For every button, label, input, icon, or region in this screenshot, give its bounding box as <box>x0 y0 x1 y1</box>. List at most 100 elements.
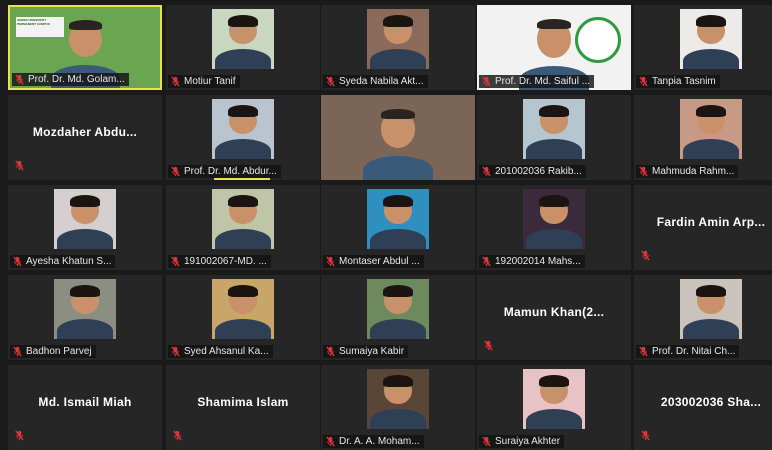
participant-label: Ayesha Khatun S... <box>10 255 116 268</box>
mic-muted-icon <box>484 340 493 351</box>
campus-sign: GREEN UNIVERSITY PERMANENT CAMPUS <box>16 17 64 37</box>
mic-muted-icon <box>171 256 180 267</box>
participant-gallery: GREEN UNIVERSITY PERMANENT CAMPUS Prof. D… <box>0 0 772 450</box>
mic-status <box>172 428 183 446</box>
profile-photo <box>212 99 274 159</box>
participant-tile[interactable]: Suraiya Akhter <box>477 365 631 450</box>
participant-name: Prof. Dr. Nitai Ch... <box>652 346 736 357</box>
participant-name: 192002014 Mahs... <box>495 256 581 267</box>
mic-muted-icon <box>639 166 648 177</box>
participant-name: Mahmuda Rahm... <box>652 166 735 177</box>
mic-status <box>640 428 651 446</box>
participant-name: Syed Ahsanul Ka... <box>184 346 269 357</box>
profile-photo <box>680 99 742 159</box>
profile-photo <box>367 279 429 339</box>
video-feed <box>321 95 475 180</box>
participant-label: Dr. A. A. Moham... <box>323 435 424 448</box>
participant-tile[interactable]: Mozdaher Abdu... <box>8 95 162 180</box>
participant-tile[interactable]: Prof. Dr. Md. Saiful ... <box>477 5 631 90</box>
participant-tile[interactable]: Mahmuda Rahm... <box>634 95 772 180</box>
university-logo <box>575 17 621 63</box>
participant-tile[interactable]: Syeda Nabila Akt... <box>321 5 475 90</box>
participant-name: Md. Ismail Miah <box>38 395 132 409</box>
participant-tile[interactable]: Shamima Islam <box>166 365 320 450</box>
participant-label: Sumaiya Kabir <box>323 345 409 358</box>
mic-muted-icon <box>482 166 491 177</box>
participant-tile[interactable]: Prof. Dr. Nitai Ch... <box>634 275 772 360</box>
profile-photo <box>680 9 742 69</box>
profile-photo <box>523 99 585 159</box>
participant-label: Mahmuda Rahm... <box>636 165 739 178</box>
participant-label: Prof. Dr. Md. Golam... <box>12 73 129 86</box>
participant-label: Prof. Dr. Nitai Ch... <box>636 345 740 358</box>
participant-tile[interactable]: Dr. A. A. Moham... <box>321 365 475 450</box>
participant-tile[interactable]: Tanpia Tasnim <box>634 5 772 90</box>
mic-muted-icon <box>171 76 180 87</box>
mic-status <box>14 158 25 176</box>
participant-tile[interactable]: Md. Ismail Miah <box>8 365 162 450</box>
participant-tile[interactable]: 192002014 Mahs... <box>477 185 631 270</box>
participant-name: Prof. Dr. Md. Abdur... <box>184 166 277 177</box>
participant-name: Mamun Khan(2... <box>503 305 605 319</box>
participant-tile[interactable]: GREEN UNIVERSITY PERMANENT CAMPUS Prof. D… <box>8 5 162 90</box>
mic-muted-icon <box>326 256 335 267</box>
participant-label: Tanpia Tasnim <box>636 75 720 88</box>
participant-name: Suraiya Akhter <box>495 436 561 447</box>
mic-muted-icon <box>15 74 24 85</box>
participant-label: Motiur Tanif <box>168 75 240 88</box>
participant-label: Badhon Parvej <box>10 345 96 358</box>
profile-photo <box>367 369 429 429</box>
profile-photo <box>212 189 274 249</box>
participant-name: 191002067-MD. ... <box>184 256 267 267</box>
participant-tile[interactable]: Mamun Khan(2... <box>477 275 631 360</box>
mic-status <box>483 338 494 356</box>
participant-name: Tanpia Tasnim <box>652 76 716 87</box>
profile-photo <box>367 9 429 69</box>
participant-name: Ayesha Khatun S... <box>26 256 112 267</box>
participant-name: Syeda Nabila Akt... <box>339 76 424 87</box>
mic-muted-icon <box>482 256 491 267</box>
profile-photo <box>680 279 742 339</box>
mic-muted-icon <box>13 256 22 267</box>
participant-name: Fardin Amin Arp... <box>656 215 766 229</box>
participant-label: Prof. Dr. Md. Abdur... <box>168 165 281 178</box>
mic-muted-icon <box>15 430 24 441</box>
mic-muted-icon <box>171 166 180 177</box>
profile-photo <box>212 279 274 339</box>
participant-label: Syed Ahsanul Ka... <box>168 345 273 358</box>
mic-status <box>640 248 651 266</box>
participant-tile[interactable]: Montaser Abdul ... <box>321 185 475 270</box>
participant-tile[interactable]: Badhon Parvej <box>8 275 162 360</box>
participant-name: Motiur Tanif <box>184 76 236 87</box>
mic-muted-icon <box>13 346 22 357</box>
mic-status <box>14 428 25 446</box>
participant-name: Mozdaher Abdu... <box>32 125 138 139</box>
participant-tile[interactable]: Prof. Dr. Md. Abdur... <box>166 95 320 180</box>
mic-muted-icon <box>326 76 335 87</box>
participant-tile[interactable]: Syed Ahsanul Ka... <box>166 275 320 360</box>
profile-photo <box>212 9 274 69</box>
mic-muted-icon <box>482 436 491 447</box>
profile-photo <box>523 369 585 429</box>
participant-tile[interactable]: Sumaiya Kabir <box>321 275 475 360</box>
participant-label: 192002014 Mahs... <box>479 255 585 268</box>
participant-tile[interactable]: 203002036 Sha... <box>634 365 772 450</box>
mic-muted-icon <box>639 76 648 87</box>
participant-tile[interactable] <box>321 95 475 180</box>
participant-tile[interactable]: Ayesha Khatun S... <box>8 185 162 270</box>
participant-tile[interactable]: Fardin Amin Arp... <box>634 185 772 270</box>
participant-tile[interactable]: 201002036 Rakib... <box>477 95 631 180</box>
mic-muted-icon <box>482 76 491 87</box>
participant-name: Sumaiya Kabir <box>339 346 405 357</box>
mic-muted-icon <box>171 346 180 357</box>
profile-photo <box>367 189 429 249</box>
participant-tile[interactable]: 191002067-MD. ... <box>166 185 320 270</box>
mic-muted-icon <box>641 250 650 261</box>
profile-photo <box>54 189 116 249</box>
participant-tile[interactable]: Motiur Tanif <box>166 5 320 90</box>
profile-photo <box>54 279 116 339</box>
participant-label: Prof. Dr. Md. Saiful ... <box>479 75 595 88</box>
participant-label: 191002067-MD. ... <box>168 255 271 268</box>
participant-name: Shamima Islam <box>197 395 289 409</box>
mic-muted-icon <box>639 346 648 357</box>
